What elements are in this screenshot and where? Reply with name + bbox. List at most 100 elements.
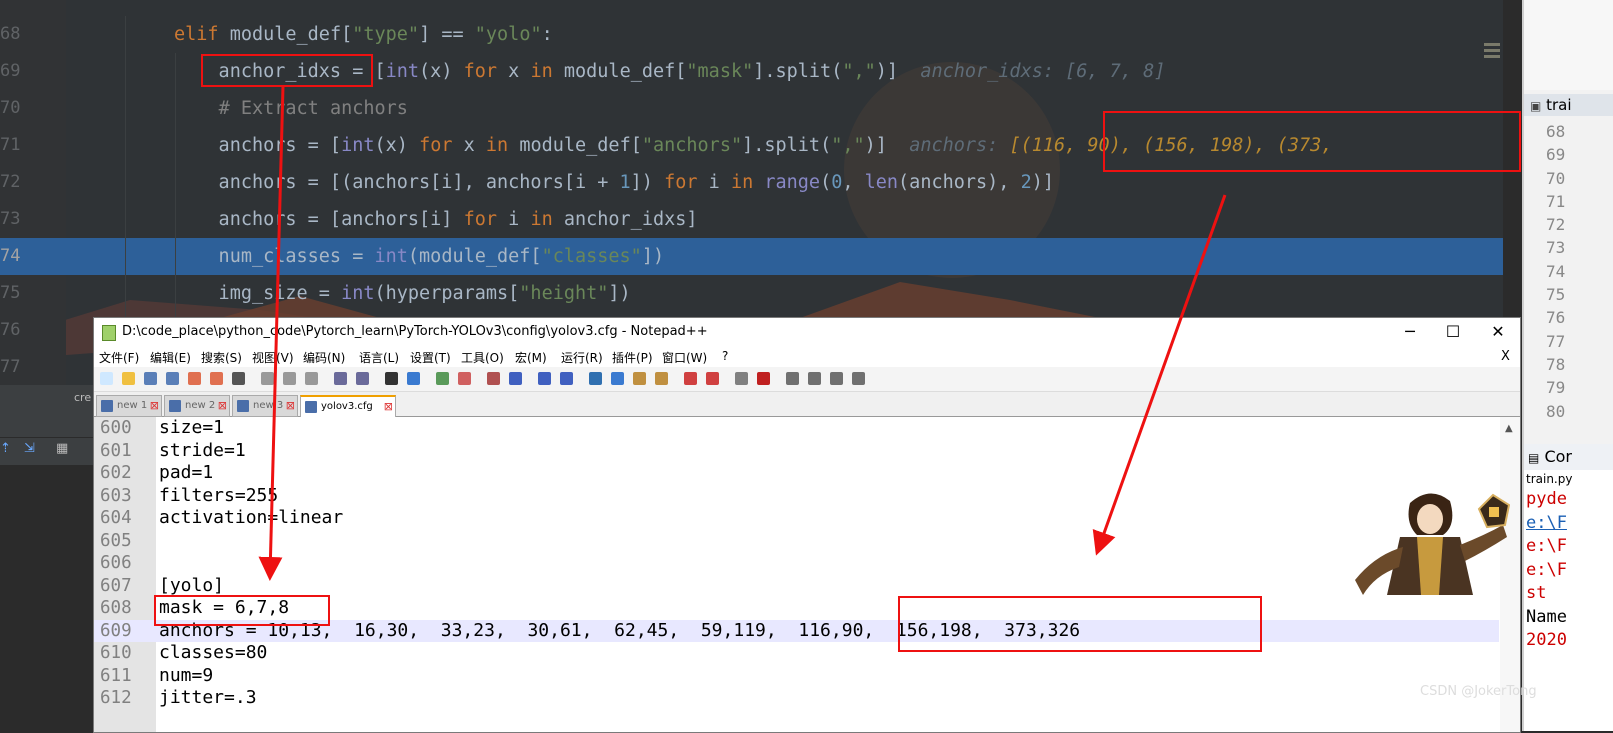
menu-item[interactable]: 窗口(W) [662, 349, 707, 366]
editor-scroll-markers[interactable] [1484, 40, 1500, 80]
code-token: for [664, 172, 709, 193]
code-token: , [842, 172, 865, 193]
play-macro-icon[interactable] [786, 372, 799, 385]
step-over-icon[interactable]: ⇲ [24, 441, 35, 456]
npp-editor[interactable]: 600 size=1 601 stride=1 602 pad=1 603 filters=2… [94, 417, 1520, 732]
save-icon[interactable] [144, 372, 157, 385]
code-token: ]) [608, 283, 631, 304]
sync-h-icon[interactable] [509, 372, 522, 385]
cfg-line[interactable]: 610 classes=80 [94, 642, 1499, 665]
find-icon[interactable] [385, 372, 398, 385]
document-tab[interactable]: new 3 ⊠ [232, 395, 298, 417]
console-subtab[interactable]: train.py [1524, 470, 1613, 488]
ide-code-line[interactable]: 73 anchors = [anchors[i] for i in anchor… [0, 201, 1503, 238]
cfg-line[interactable]: 602 pad=1 [94, 462, 1499, 485]
menu-item[interactable]: 设置(T) [410, 349, 451, 366]
menu-item[interactable]: ? [722, 349, 728, 363]
tab-close-icon[interactable]: ⊠ [150, 396, 159, 416]
menu-item[interactable]: 插件(P) [612, 349, 653, 366]
ide-code-line[interactable]: 75 img_size = int(hyperparams["height"]) [0, 275, 1503, 312]
code-token: "classes" [541, 246, 642, 267]
cfg-line[interactable]: 603 filters=255 [94, 485, 1499, 508]
cfg-line[interactable]: 609 anchors = 10,13, 16,30, 33,23, 30,61,… [94, 619, 1499, 642]
tab-close-icon[interactable]: ⊠ [384, 397, 393, 417]
record-macro-icon[interactable] [735, 372, 748, 385]
cfg-line[interactable]: 601 stride=1 [94, 440, 1499, 463]
run-tab-label[interactable]: cre [74, 391, 91, 404]
redo-icon[interactable] [356, 372, 369, 385]
all-chars-icon[interactable] [560, 372, 573, 385]
menu-item[interactable]: 文件(F) [99, 349, 139, 366]
ide-code-line[interactable]: 70 # Extract anchors [0, 90, 1503, 127]
folder-icon[interactable] [684, 372, 697, 385]
ide-code-text: elif module_def["type"] == "yolo": [174, 16, 553, 53]
ide-code-line[interactable]: 71 anchors = [int(x) for x in module_def… [0, 127, 1503, 164]
replace-icon[interactable] [407, 372, 420, 385]
save-all-icon[interactable] [166, 372, 179, 385]
npp-document-tabs: new 1 ⊠ new 2 ⊠ new 3 ⊠ yolov3.cfg ⊠ [94, 392, 1520, 418]
menu-item[interactable]: 编码(N) [303, 349, 345, 366]
print-icon[interactable] [232, 372, 245, 385]
train-py-tab[interactable]: ▣ trai [1524, 94, 1613, 116]
menu-item[interactable]: 视图(V) [252, 349, 294, 366]
cut-icon[interactable] [261, 372, 274, 385]
ide-code-line[interactable]: 68 elif module_def["type"] == "yolo": [0, 16, 1503, 53]
open-file-icon[interactable] [122, 372, 135, 385]
zoom-in-icon[interactable] [436, 372, 449, 385]
cfg-line[interactable]: 604 activation=linear [94, 507, 1499, 530]
close-all-icon[interactable] [210, 372, 223, 385]
extra-icon[interactable] [852, 372, 865, 385]
menu-item[interactable]: 运行(R) [561, 349, 603, 366]
minimize-button[interactable]: ─ [1395, 321, 1425, 343]
udl-icon[interactable] [611, 372, 624, 385]
wrap-icon[interactable] [538, 372, 551, 385]
new-file-icon[interactable] [100, 372, 113, 385]
monitor-icon[interactable] [706, 372, 719, 385]
console-tab[interactable]: ▤ Cor [1524, 444, 1613, 470]
sync-v-icon[interactable] [487, 372, 500, 385]
code-token: ( [820, 172, 832, 193]
close-icon[interactable] [188, 372, 201, 385]
save-macro-icon[interactable] [830, 372, 843, 385]
document-tab[interactable]: new 2 ⊠ [164, 395, 230, 417]
scroll-up-icon[interactable]: ⇡ [0, 441, 11, 456]
maximize-button[interactable]: ☐ [1438, 321, 1468, 343]
zoom-out-icon[interactable] [458, 372, 471, 385]
cfg-line[interactable]: 608 mask = 6,7,8 [94, 597, 1499, 620]
table-icon[interactable]: ▦ [56, 441, 68, 456]
menu-item[interactable]: 宏(M) [515, 349, 547, 366]
npp-titlebar[interactable]: D:\code_place\python_code\Pytorch_learn\… [94, 318, 1520, 347]
menu-item[interactable]: 编辑(E) [150, 349, 191, 366]
tab-close-icon[interactable]: ⊠ [218, 396, 227, 416]
document-tab[interactable]: yolov3.cfg ⊠ [300, 395, 396, 418]
ide-code-line[interactable]: 69 anchor_idxs = [int(x) for x in module… [0, 53, 1503, 90]
cfg-line[interactable]: 612 jitter=.3 [94, 687, 1499, 710]
ide-code-line[interactable]: 74 num_classes = int(module_def["classes… [0, 238, 1503, 275]
run-macro-icon[interactable] [808, 372, 821, 385]
cfg-line[interactable]: 607 [yolo] [94, 575, 1499, 598]
undo-icon[interactable] [334, 372, 347, 385]
code-token: 1 [619, 172, 631, 193]
menu-item[interactable]: 搜索(S) [201, 349, 242, 366]
cfg-line[interactable]: 600 size=1 [94, 417, 1499, 440]
ide-code-line[interactable]: 72 anchors = [(anchors[i], anchors[i + 1… [0, 164, 1503, 201]
document-tab[interactable]: new 1 ⊠ [96, 395, 162, 417]
menu-item[interactable]: 工具(O) [461, 349, 504, 366]
cfg-line[interactable]: 606 [94, 552, 1499, 575]
stop-macro-icon[interactable] [757, 372, 770, 385]
function-list-icon[interactable] [655, 372, 668, 385]
right-console: ▤ Cor train.py pyde e:\F e:\F e:\F st Name 20… [1524, 444, 1613, 731]
indent-guide-icon[interactable] [589, 372, 602, 385]
close-window-button[interactable]: ✕ [1483, 321, 1513, 343]
code-token: : [541, 24, 553, 45]
run-toolbar: ⇡ ⇲ ▦ [0, 437, 96, 464]
copy-icon[interactable] [283, 372, 296, 385]
doc-map-icon[interactable] [633, 372, 646, 385]
tab-close-icon[interactable]: ⊠ [286, 396, 295, 416]
scroll-up-arrow-icon[interactable]: ▲ [1505, 423, 1513, 434]
paste-icon[interactable] [305, 372, 318, 385]
cfg-line[interactable]: 611 num=9 [94, 665, 1499, 688]
cfg-line[interactable]: 605 [94, 530, 1499, 553]
close-document-button[interactable]: X [1501, 349, 1510, 364]
menu-item[interactable]: 语言(L) [359, 349, 399, 366]
